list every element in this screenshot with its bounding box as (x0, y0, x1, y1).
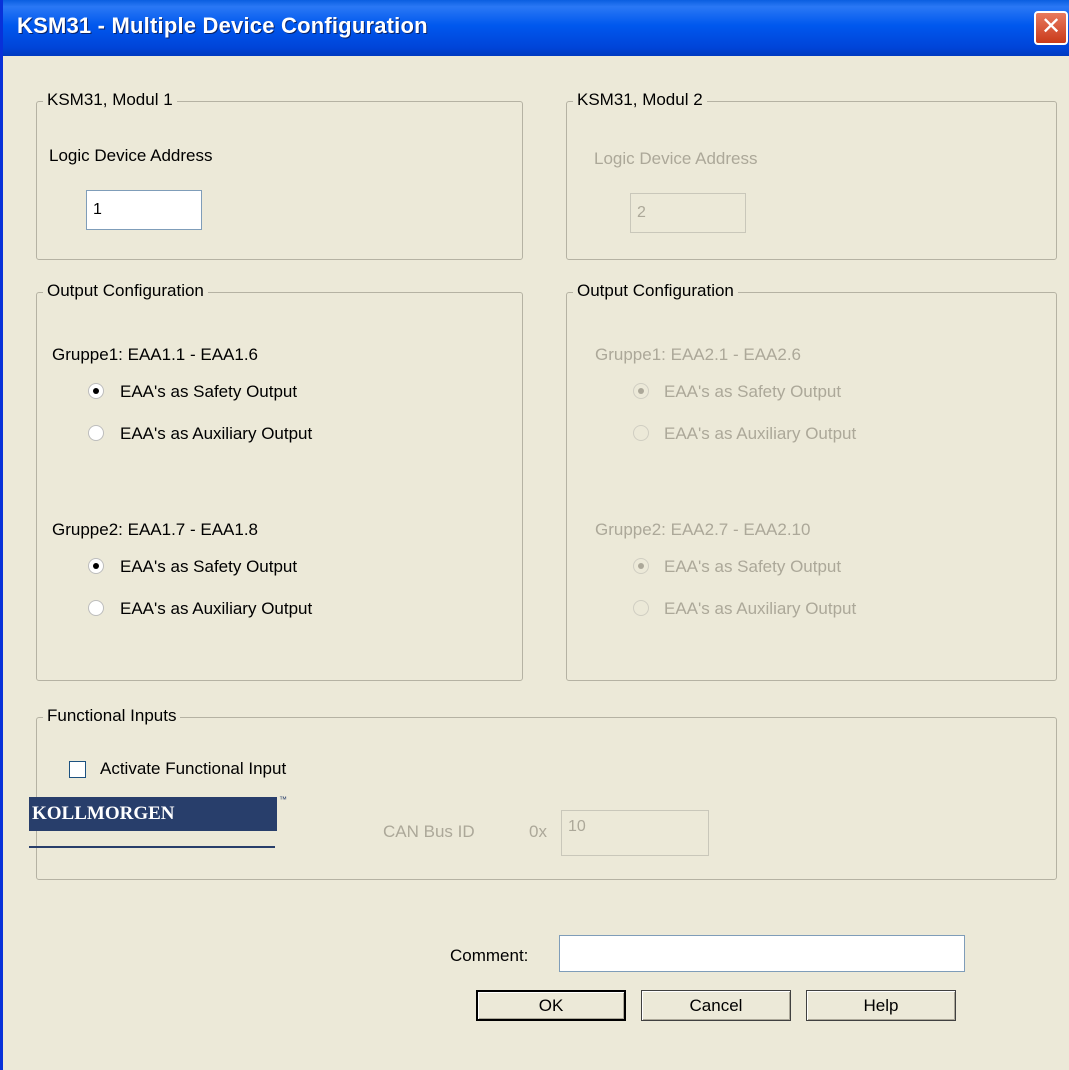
module1-group1-aux-label: EAA's as Auxiliary Output (120, 424, 313, 443)
module1-group1-safety-label: EAA's as Safety Output (120, 382, 298, 401)
module1-group2-label: Gruppe2: EAA1.7 - EAA1.8 (52, 520, 259, 539)
module1-group1-label: Gruppe1: EAA1.1 - EAA1.6 (52, 345, 259, 364)
activate-functional-input-label: Activate Functional Input (100, 759, 287, 778)
module1-address-input[interactable]: 1 (86, 190, 202, 230)
module2-address-input[interactable]: 2 (630, 193, 746, 233)
cancel-button[interactable]: Cancel (641, 990, 791, 1021)
activate-functional-input-checkbox[interactable] (69, 761, 86, 778)
module2-group2-aux-radio[interactable] (633, 600, 649, 616)
logo-trademark: ™ (279, 795, 287, 804)
canbus-id-input[interactable]: 10 (561, 810, 709, 856)
close-button[interactable]: ✕ (1034, 11, 1068, 45)
functional-inputs-legend: Functional Inputs (43, 706, 181, 726)
module1-legend: KSM31, Modul 1 (43, 90, 177, 110)
module2-group2-aux-label: EAA's as Auxiliary Output (664, 599, 857, 618)
module1-address-label: Logic Device Address (49, 146, 213, 165)
window-title: KSM31 - Multiple Device Configuration (17, 13, 428, 38)
comment-label: Comment: (450, 946, 529, 965)
kollmorgen-logo: KOLLMORGEN (29, 797, 277, 831)
module2-group2-safety-radio[interactable] (633, 558, 649, 574)
module2-group1-aux-radio[interactable] (633, 425, 649, 441)
module1-group2-aux-label: EAA's as Auxiliary Output (120, 599, 313, 618)
module2-group1-safety-radio[interactable] (633, 383, 649, 399)
module2-address-label: Logic Device Address (594, 149, 758, 168)
module2-group2-safety-label: EAA's as Safety Output (664, 557, 842, 576)
module2-legend: KSM31, Modul 2 (573, 90, 707, 110)
logo-underline (29, 846, 275, 848)
canbus-hex-prefix: 0x (529, 822, 547, 841)
comment-input[interactable] (559, 935, 965, 972)
module1-group2-aux-radio[interactable] (88, 600, 104, 616)
module2-group1-aux-label: EAA's as Auxiliary Output (664, 424, 857, 443)
module1-group2-safety-label: EAA's as Safety Output (120, 557, 298, 576)
module1-output-legend: Output Configuration (43, 281, 208, 301)
title-bar[interactable]: KSM31 - Multiple Device Configuration ✕ (3, 0, 1069, 56)
module2-group1-safety-label: EAA's as Safety Output (664, 382, 842, 401)
module2-output-legend: Output Configuration (573, 281, 738, 301)
module1-group1-aux-radio[interactable] (88, 425, 104, 441)
module2-group2-label: Gruppe2: EAA2.7 - EAA2.10 (595, 520, 811, 539)
module2-group1-label: Gruppe1: EAA2.1 - EAA2.6 (595, 345, 802, 364)
module1-group: KSM31, Modul 1 (36, 90, 523, 260)
canbus-id-label: CAN Bus ID (383, 822, 475, 841)
module1-group1-safety-radio[interactable] (88, 383, 104, 399)
ok-button[interactable]: OK (476, 990, 626, 1021)
close-icon: ✕ (1040, 13, 1062, 40)
module2-group: KSM31, Modul 2 (566, 90, 1057, 260)
module1-group2-safety-radio[interactable] (88, 558, 104, 574)
help-button[interactable]: Help (806, 990, 956, 1021)
dialog-window: KSM31 - Multiple Device Configuration ✕ … (0, 0, 1069, 1070)
